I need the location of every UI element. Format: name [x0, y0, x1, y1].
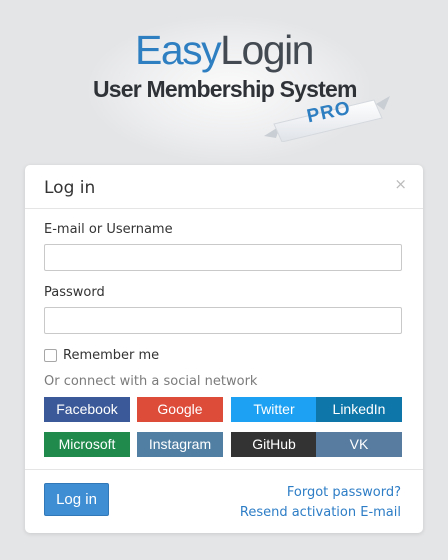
- modal-footer: Log in Forgot password? Resend activatio…: [25, 469, 423, 533]
- vk-button[interactable]: VK: [316, 432, 402, 457]
- email-field[interactable]: [44, 244, 402, 271]
- microsoft-button[interactable]: Microsoft: [44, 432, 130, 457]
- login-button[interactable]: Log in: [44, 483, 109, 516]
- social-connect-text: Or connect with a social network: [44, 374, 258, 389]
- password-label: Password: [44, 285, 105, 300]
- logo-title-easy: Easy: [135, 27, 222, 73]
- remember-me[interactable]: Remember me: [44, 347, 159, 363]
- close-icon[interactable]: ×: [394, 175, 407, 193]
- email-label: E-mail or Username: [44, 222, 173, 237]
- modal-title: Log in: [44, 178, 96, 198]
- logo-title: EasyLogin: [0, 26, 448, 74]
- remember-checkbox[interactable]: [44, 348, 57, 362]
- twitter-button[interactable]: Twitter: [231, 397, 317, 422]
- modal-header: Log in ×: [25, 165, 423, 209]
- logo-title-login: Login: [220, 27, 314, 73]
- facebook-button[interactable]: Facebook: [44, 397, 130, 422]
- forgot-password-link[interactable]: Forgot password?: [287, 485, 401, 500]
- instagram-button[interactable]: Instagram: [137, 432, 223, 457]
- password-field[interactable]: [44, 307, 402, 334]
- login-modal: Log in × E-mail or Username Password Rem…: [25, 165, 423, 533]
- remember-label: Remember me: [63, 347, 160, 363]
- logo: EasyLogin User Membership System PRO: [0, 0, 448, 164]
- linkedin-button[interactable]: LinkedIn: [316, 397, 402, 422]
- github-button[interactable]: GitHub: [231, 432, 317, 457]
- resend-activation-link[interactable]: Resend activation E-mail: [240, 505, 401, 520]
- google-button[interactable]: Google: [137, 397, 223, 422]
